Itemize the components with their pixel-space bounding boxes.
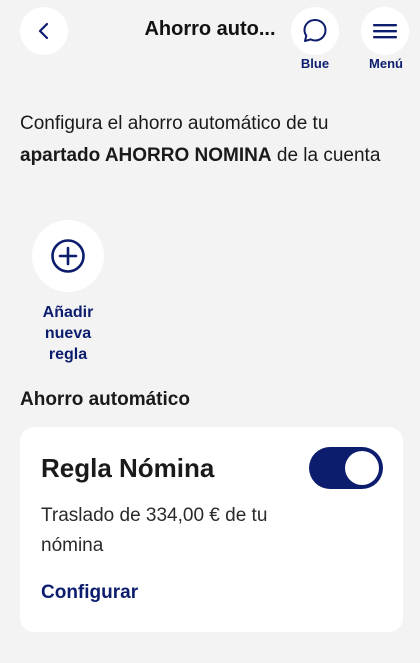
- add-rule-label-line: regla: [48, 346, 88, 363]
- add-rule-label-line: Añadir: [42, 304, 94, 321]
- add-rule-button[interactable]: [32, 220, 104, 292]
- intro-text-end: de la cuenta: [271, 145, 381, 166]
- rule-toggle[interactable]: [309, 447, 383, 489]
- top-bar: Ahorro auto... Blue Menú: [0, 0, 420, 80]
- configure-link[interactable]: Configurar: [41, 582, 138, 604]
- add-rule-label[interactable]: Añadir nueva regla: [18, 302, 118, 365]
- plus-circle-icon: [51, 239, 85, 273]
- chat-bubble-icon: [303, 19, 327, 42]
- rule-title: Regla Nómina: [41, 453, 215, 483]
- blue-chat-label[interactable]: Blue: [285, 56, 345, 71]
- menu-button[interactable]: [361, 7, 409, 55]
- section-title: Ahorro automático: [20, 389, 190, 410]
- back-button[interactable]: [20, 7, 68, 55]
- add-rule-label-line: nueva: [44, 325, 92, 342]
- hamburger-menu-icon: [373, 24, 397, 39]
- rule-card: Regla Nómina Traslado de 334,00 € de tu …: [20, 427, 403, 632]
- rule-description: Traslado de 334,00 € de tu nómina: [41, 505, 268, 556]
- menu-label[interactable]: Menú: [356, 56, 416, 71]
- intro-text-start: Configura el ahorro automático de tu: [20, 113, 329, 134]
- blue-chat-button[interactable]: [291, 7, 339, 55]
- toggle-knob: [345, 451, 379, 485]
- page-title: Ahorro auto...: [144, 18, 276, 40]
- intro-text: Configura el ahorro automático de tu apa…: [20, 108, 405, 172]
- chevron-left-icon: [38, 22, 49, 40]
- intro-bold-account: apartado AHORRO NOMINA: [20, 145, 272, 166]
